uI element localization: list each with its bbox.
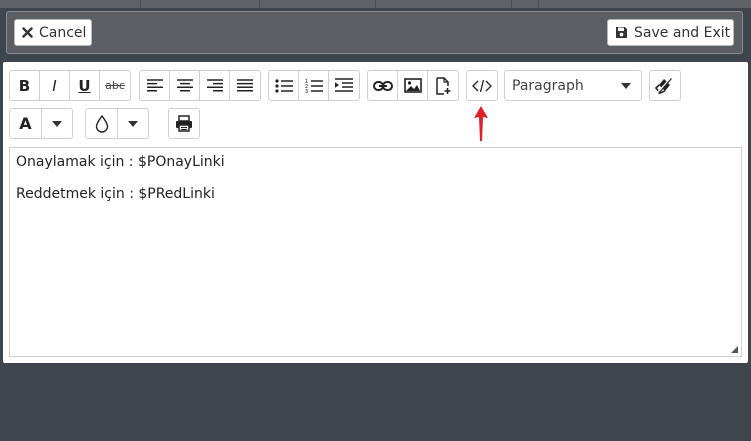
resize-handle[interactable] xyxy=(731,346,738,353)
printer-icon xyxy=(176,115,192,132)
bold-button[interactable]: B xyxy=(10,71,40,100)
align-center-button[interactable] xyxy=(170,71,200,100)
clear-formatting-button[interactable] xyxy=(650,71,680,100)
align-center-icon xyxy=(176,79,193,92)
format-block-select[interactable]: Paragraph xyxy=(504,70,642,101)
numbered-list-icon: 123 xyxy=(305,79,323,93)
align-right-icon xyxy=(206,79,223,92)
align-left-icon xyxy=(146,79,163,92)
floppy-disk-icon xyxy=(615,26,628,39)
strip-divider xyxy=(259,0,260,8)
new-file-icon xyxy=(436,76,451,95)
align-left-button[interactable] xyxy=(140,71,170,100)
code-icon xyxy=(472,79,492,92)
svg-text:3: 3 xyxy=(305,89,308,93)
background-color-dropdown[interactable] xyxy=(118,109,148,138)
link-icon xyxy=(372,80,393,91)
insert-image-button[interactable] xyxy=(398,71,428,100)
insert-file-button[interactable] xyxy=(428,71,458,100)
bullet-list-icon xyxy=(274,78,293,93)
font-color-group: A xyxy=(9,108,73,139)
strip-divider xyxy=(140,0,141,8)
indent-button[interactable] xyxy=(329,71,359,100)
chevron-down-icon xyxy=(128,120,138,127)
align-right-button[interactable] xyxy=(200,71,230,100)
indent-icon xyxy=(335,78,353,92)
align-justify-icon xyxy=(237,79,253,92)
rich-text-editor: B I U abc 123 Paragraph A Onaylamak için… xyxy=(3,62,748,363)
numbered-list-button[interactable]: 123 xyxy=(299,71,329,100)
strip-divider xyxy=(375,0,376,8)
strip-divider xyxy=(538,0,539,8)
italic-button[interactable]: I xyxy=(40,71,70,100)
close-icon xyxy=(22,27,33,38)
print-button[interactable] xyxy=(169,109,199,138)
justify-button[interactable] xyxy=(230,71,260,100)
text-style-group: B I U abc xyxy=(9,70,131,101)
underline-button[interactable]: U xyxy=(70,71,100,100)
clear-format-group xyxy=(649,70,681,101)
modal-header: Cancel Save and Exit xyxy=(6,11,743,54)
image-icon xyxy=(403,78,422,93)
droplet-icon xyxy=(95,114,108,133)
strip-divider xyxy=(511,0,512,8)
code-view-group xyxy=(466,70,498,101)
chevron-down-icon xyxy=(52,120,62,127)
background-window-strip xyxy=(0,0,751,8)
eraser-icon xyxy=(655,77,672,94)
print-group xyxy=(168,108,200,139)
save-and-exit-button[interactable]: Save and Exit xyxy=(607,19,734,46)
insert-link-button[interactable] xyxy=(368,71,398,100)
background-color-group xyxy=(85,108,149,139)
cancel-button[interactable]: Cancel xyxy=(14,19,92,46)
font-color-dropdown[interactable] xyxy=(42,109,72,138)
strikethrough-button[interactable]: abc xyxy=(100,71,130,100)
annotation-arrow-icon xyxy=(474,106,488,141)
chevron-down-icon xyxy=(621,83,631,89)
editor-content[interactable]: Onaylamak için : $POnayLinki Reddetmek i… xyxy=(9,147,742,357)
cancel-label: Cancel xyxy=(39,24,87,41)
content-line-reject: Reddetmek için : $PRedLinki xyxy=(16,186,215,202)
bullet-list-button[interactable] xyxy=(269,71,299,100)
format-block-value: Paragraph xyxy=(512,77,584,94)
code-view-button[interactable] xyxy=(467,71,497,100)
save-label: Save and Exit xyxy=(634,24,731,41)
font-color-button[interactable]: A xyxy=(10,109,42,138)
alignment-group xyxy=(139,70,261,101)
insert-group xyxy=(367,70,459,101)
content-line-approve: Onaylamak için : $POnayLinki xyxy=(16,154,225,170)
background-color-button[interactable] xyxy=(86,109,118,138)
list-group: 123 xyxy=(268,70,360,101)
